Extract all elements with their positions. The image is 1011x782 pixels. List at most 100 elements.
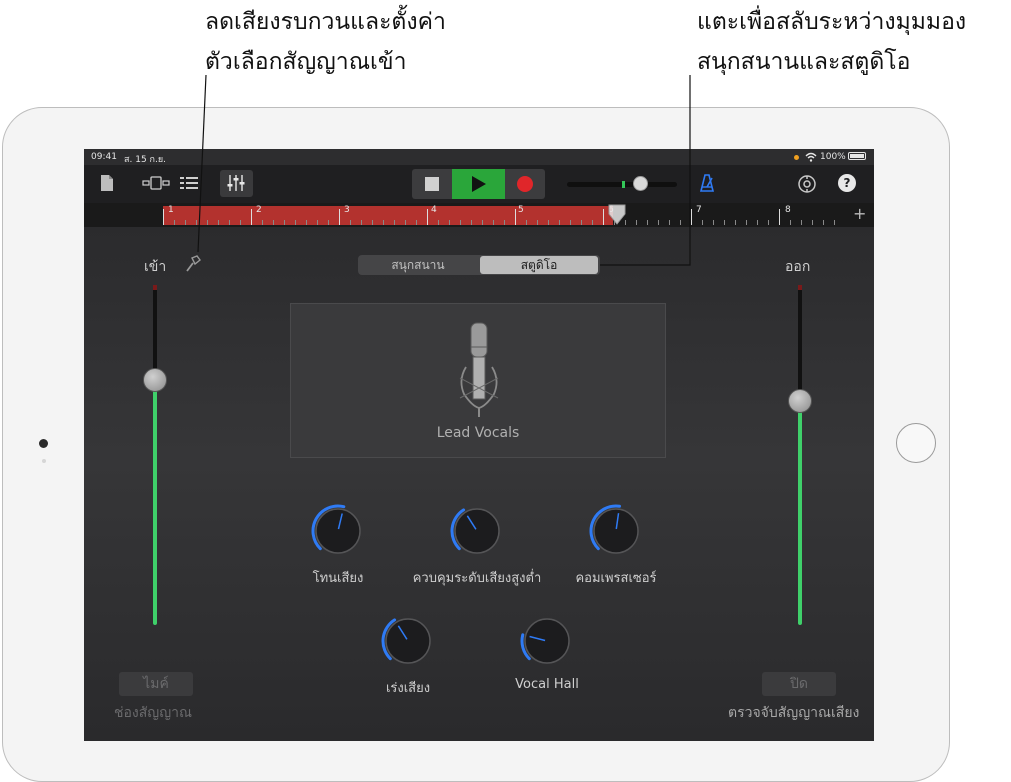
output-level-slider[interactable] [788,285,812,625]
tracks-view-icon[interactable] [142,176,170,190]
ruler-bar-8: 8 [785,205,791,215]
ruler-tick [185,220,186,225]
ruler-tick [691,209,692,225]
callout-right-line2: สนุกสนานและสตูดิโอ [697,49,911,75]
ruler-tick [592,220,593,225]
ruler-tick [515,209,516,225]
sensor-dot [42,459,46,463]
ruler-bar-2: 2 [256,205,262,215]
input-label: เข้า [144,259,167,275]
record-button[interactable] [505,169,545,199]
recording-region[interactable] [163,206,613,225]
ruler-tick [317,220,318,225]
ruler-tick [537,220,538,225]
callout-left-line2: ตัวเลือกสัญญาณเข้า [205,49,407,75]
ruler-bar-1: 1 [168,205,174,215]
input-settings-icon[interactable] [185,255,201,273]
segment-fun[interactable]: สนุกสนาน [358,255,478,275]
ruler-tick [504,220,505,225]
add-section-button[interactable]: + [853,204,866,223]
ruler-tick [735,220,736,225]
ruler-tick [559,220,560,225]
noise-gate-off-button[interactable]: ปิด [762,672,836,696]
ruler-tick [438,220,439,225]
segment-studio[interactable]: สตูดิโอ [480,256,598,274]
ruler-tick [603,209,604,225]
ruler-tick [372,220,373,225]
ruler-tick [471,220,472,225]
vocal-hall-knob[interactable] [519,613,575,669]
ruler-tick [174,220,175,225]
track-list-icon[interactable] [180,176,198,190]
microphone-icon [459,322,499,417]
ruler-tick [416,220,417,225]
ruler-tick [669,220,670,225]
output-level-thumb[interactable] [788,388,812,413]
callout-input-settings: ลดเสียงรบกวนและตั้งค่า ตัวเลือกสัญญาณเข้… [205,2,446,82]
tone-knob[interactable] [310,503,366,559]
output-label: ออก [785,259,811,275]
ruler-tick [724,220,725,225]
mic-button[interactable]: ไมค์ [119,672,193,696]
wifi-icon [805,152,817,162]
ruler-tick [196,220,197,225]
ruler-tick [295,220,296,225]
ruler-bar-7: 7 [696,205,702,215]
callout-left-line1: ลดเสียงรบกวนและตั้งค่า [205,9,446,35]
ruler-tick [262,220,263,225]
volume-thumb[interactable] [633,176,648,191]
input-level-meter [153,380,157,625]
ruler-tick [713,220,714,225]
ruler-tick [647,220,648,225]
ruler-tick [218,220,219,225]
help-button[interactable]: ? [838,174,856,192]
timeline-ruler[interactable]: 1 2 3 4 5 6 7 8 + [84,203,874,227]
ruler-tick [449,220,450,225]
ruler-tick [801,220,802,225]
stop-button[interactable] [412,169,452,199]
ruler-tick [636,220,637,225]
document-icon[interactable] [100,174,114,192]
compressor-knob[interactable] [588,503,644,559]
volume-indicator [622,181,625,188]
boost-knob[interactable] [380,613,436,669]
ruler-tick [658,220,659,225]
ruler-tick [427,209,428,225]
ruler-tick [790,220,791,225]
ruler-tick [482,220,483,225]
ruler-tick [746,220,747,225]
ruler-bar-5: 5 [518,205,524,215]
mixer-button[interactable] [220,170,253,197]
play-button[interactable] [452,169,505,199]
preset-box[interactable]: Lead Vocals [290,303,666,458]
ruler-tick [680,220,681,225]
playhead[interactable] [608,204,626,226]
ruler-tick [493,220,494,225]
ruler-bar-3: 3 [344,205,350,215]
mixer-icon [227,175,245,191]
preset-name: Lead Vocals [436,425,520,441]
screen: 09:41 ส. 15 ก.ย. 100% ? 1 2 3 4 5 7 8 + … [84,149,874,741]
status-date: ส. 15 ก.ย. [124,155,166,165]
ruler-tick [526,220,527,225]
ruler-tick [251,209,252,225]
home-button[interactable] [896,423,936,463]
ruler-tick [163,209,164,225]
pitch-control-knob[interactable] [449,503,505,559]
ruler-tick [339,209,340,225]
ruler-tick [548,220,549,225]
ruler-tick [570,220,571,225]
input-level-slider[interactable] [143,285,167,625]
callout-right-line1: แตะเพื่อสลับระหว่างมุมมอง [697,9,967,35]
ruler-tick [779,209,780,225]
toolbar: ? [84,165,874,203]
audio-recorder-panel: เข้า ไมค์ ช่องสัญญาณ สนุกสนาน สตูดิโอ Le… [84,227,874,741]
metronome-icon[interactable] [697,173,717,193]
ruler-tick [823,220,824,225]
ruler-tick [207,220,208,225]
settings-icon[interactable] [797,174,817,194]
input-level-thumb[interactable] [143,368,167,393]
ruler-tick [394,220,395,225]
master-volume-slider[interactable] [567,176,677,191]
channel-label: ช่องสัญญาณ [114,705,192,721]
